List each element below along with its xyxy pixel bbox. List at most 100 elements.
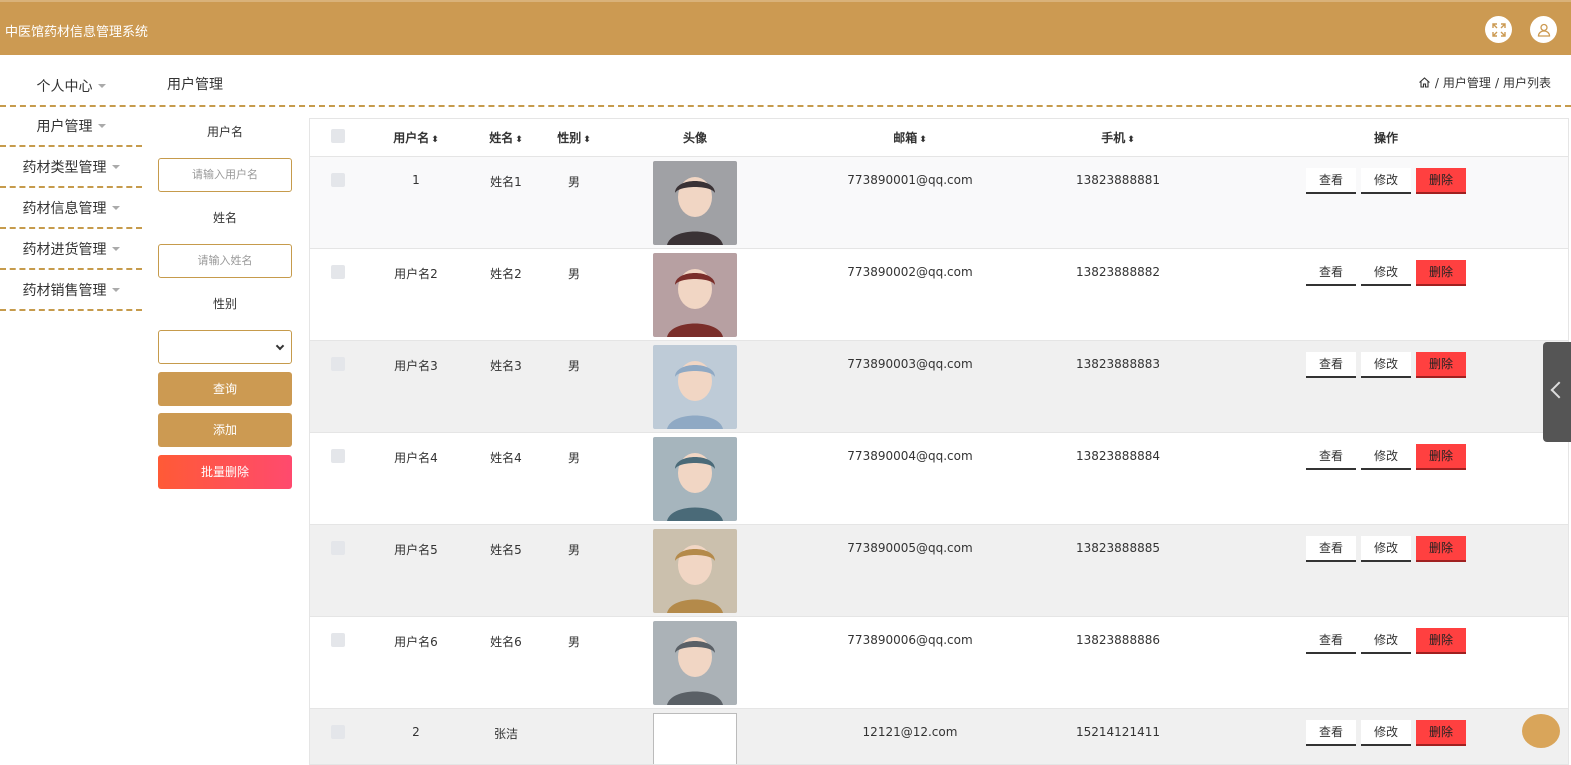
- delete-button[interactable]: 删除: [1416, 351, 1466, 378]
- column-header-username[interactable]: 用户名 ⬍: [366, 119, 466, 157]
- row-select-cell[interactable]: [310, 524, 366, 617]
- avatar: [653, 620, 737, 705]
- row-checkbox[interactable]: [331, 632, 345, 647]
- table-row: 2 张洁 12121@12.com 15214121411 查看 修改 删除: [310, 708, 1568, 764]
- row-checkbox[interactable]: [331, 540, 345, 555]
- search-panel: 用户名 请输入用户名 姓名 请输入姓名 性别 查询 添加 批量删除: [158, 118, 292, 489]
- app-title: 中医馆药材信息管理系统: [5, 25, 149, 40]
- email-cell: 773890003@qq.com: [788, 340, 1032, 433]
- column-header-gender[interactable]: 性别 ⬍: [546, 119, 602, 157]
- sidebar: 个人中心 用户管理 药材类型管理 药材信息管理 药材进货管理 药材销售管理: [0, 66, 142, 311]
- view-button[interactable]: 查看: [1306, 443, 1356, 470]
- delete-button[interactable]: 删除: [1416, 719, 1466, 746]
- phone-cell: 13823888883: [1032, 340, 1204, 433]
- view-button[interactable]: 查看: [1306, 259, 1356, 286]
- name-cell: 张洁: [466, 708, 546, 764]
- username-cell: 1: [366, 156, 466, 249]
- table-header-row: 用户名 ⬍ 姓名 ⬍ 性别 ⬍ 头像 邮箱 ⬍ 手机 ⬍ 操作: [310, 119, 1568, 157]
- top-bar: 中医馆药材信息管理系统: [0, 0, 1571, 55]
- sort-icon[interactable]: ⬍: [431, 135, 439, 145]
- row-select-cell[interactable]: [310, 708, 366, 764]
- column-header-phone[interactable]: 手机 ⬍: [1032, 119, 1204, 157]
- edit-button[interactable]: 修改: [1361, 167, 1411, 194]
- view-button[interactable]: 查看: [1306, 719, 1356, 746]
- gender-select[interactable]: [158, 330, 292, 364]
- gender-cell: 男: [546, 248, 602, 341]
- row-checkbox[interactable]: [331, 724, 345, 739]
- row-checkbox[interactable]: [331, 172, 345, 187]
- sidebar-item-herb-info-management[interactable]: 药材信息管理: [0, 188, 142, 229]
- sidebar-item-herb-type-management[interactable]: 药材类型管理: [0, 147, 142, 188]
- column-header-avatar: 头像: [602, 119, 788, 157]
- delete-button[interactable]: 删除: [1416, 167, 1466, 194]
- column-header-name[interactable]: 姓名 ⬍: [466, 119, 546, 157]
- phone-cell: 13823888884: [1032, 432, 1204, 525]
- delete-button[interactable]: 删除: [1416, 535, 1466, 562]
- username-input[interactable]: 请输入用户名: [158, 158, 292, 192]
- home-icon[interactable]: [1418, 76, 1431, 89]
- sidebar-item-user-management[interactable]: 用户管理: [0, 106, 142, 147]
- view-button[interactable]: 查看: [1306, 535, 1356, 562]
- view-button[interactable]: 查看: [1306, 167, 1356, 194]
- phone-cell: 15214121411: [1032, 708, 1204, 764]
- breadcrumb-item[interactable]: 用户管理: [1443, 74, 1491, 91]
- side-panel-toggle[interactable]: [1543, 342, 1571, 442]
- avatar: [653, 528, 737, 613]
- row-select-cell[interactable]: [310, 616, 366, 709]
- caret-down-icon: [111, 164, 120, 169]
- user-menu-button[interactable]: [1530, 16, 1557, 43]
- edit-button[interactable]: 修改: [1361, 719, 1411, 746]
- table-row: 1 姓名1 男 773890001@qq.com 13823888881 查看修…: [310, 156, 1568, 249]
- query-button[interactable]: 查询: [158, 372, 292, 406]
- sidebar-item-herb-purchase-management[interactable]: 药材进货管理: [0, 229, 142, 270]
- row-select-cell[interactable]: [310, 248, 366, 341]
- breadcrumb: / 用户管理 / 用户列表: [1418, 74, 1551, 91]
- gender-cell: [546, 708, 602, 764]
- username-cell: 2: [366, 708, 466, 764]
- edit-button[interactable]: 修改: [1361, 535, 1411, 562]
- select-all-header[interactable]: [310, 119, 366, 157]
- view-button[interactable]: 查看: [1306, 351, 1356, 378]
- avatar-cell: [602, 524, 788, 617]
- actions-cell: 查看 修改 删除: [1204, 340, 1568, 433]
- edit-button[interactable]: 修改: [1361, 443, 1411, 470]
- sort-icon[interactable]: ⬍: [583, 135, 591, 145]
- view-button[interactable]: 查看: [1306, 627, 1356, 654]
- name-input[interactable]: 请输入姓名: [158, 244, 292, 278]
- floating-chat-button[interactable]: [1522, 714, 1560, 748]
- edit-button[interactable]: 修改: [1361, 259, 1411, 286]
- sidebar-item-label: 个人中心: [36, 79, 93, 95]
- sidebar-item-personal-center[interactable]: 个人中心: [0, 66, 142, 106]
- edit-button[interactable]: 修改: [1361, 351, 1411, 378]
- row-select-cell[interactable]: [310, 156, 366, 249]
- sidebar-item-label: 药材信息管理: [22, 200, 107, 217]
- email-cell: 773890002@qq.com: [788, 248, 1032, 341]
- edit-button[interactable]: 修改: [1361, 627, 1411, 654]
- username-cell: 用户名4: [366, 432, 466, 525]
- fullscreen-button[interactable]: [1485, 16, 1512, 43]
- delete-button[interactable]: 删除: [1416, 627, 1466, 654]
- sort-icon[interactable]: ⬍: [515, 135, 523, 145]
- avatar: [653, 160, 737, 245]
- phone-cell: 13823888882: [1032, 248, 1204, 341]
- sidebar-item-herb-sales-management[interactable]: 药材销售管理: [0, 270, 142, 311]
- row-select-cell[interactable]: [310, 432, 366, 525]
- delete-button[interactable]: 删除: [1416, 443, 1466, 470]
- sort-icon[interactable]: ⬍: [1127, 135, 1135, 145]
- delete-button[interactable]: 删除: [1416, 259, 1466, 286]
- column-header-email[interactable]: 邮箱 ⬍: [788, 119, 1032, 157]
- username-cell: 用户名3: [366, 340, 466, 433]
- sort-icon[interactable]: ⬍: [919, 135, 927, 145]
- select-all-checkbox[interactable]: [331, 128, 345, 143]
- email-cell: 773890005@qq.com: [788, 524, 1032, 617]
- add-button[interactable]: 添加: [158, 413, 292, 447]
- row-checkbox[interactable]: [331, 356, 345, 371]
- row-select-cell[interactable]: [310, 340, 366, 433]
- name-cell: 姓名1: [466, 156, 546, 249]
- avatar-cell: [602, 340, 788, 433]
- table-row: 用户名6 姓名6 男 773890006@qq.com 13823888886 …: [310, 616, 1568, 709]
- batch-delete-button[interactable]: 批量删除: [158, 455, 292, 489]
- name-cell: 姓名6: [466, 616, 546, 709]
- row-checkbox[interactable]: [331, 448, 345, 463]
- row-checkbox[interactable]: [331, 264, 345, 279]
